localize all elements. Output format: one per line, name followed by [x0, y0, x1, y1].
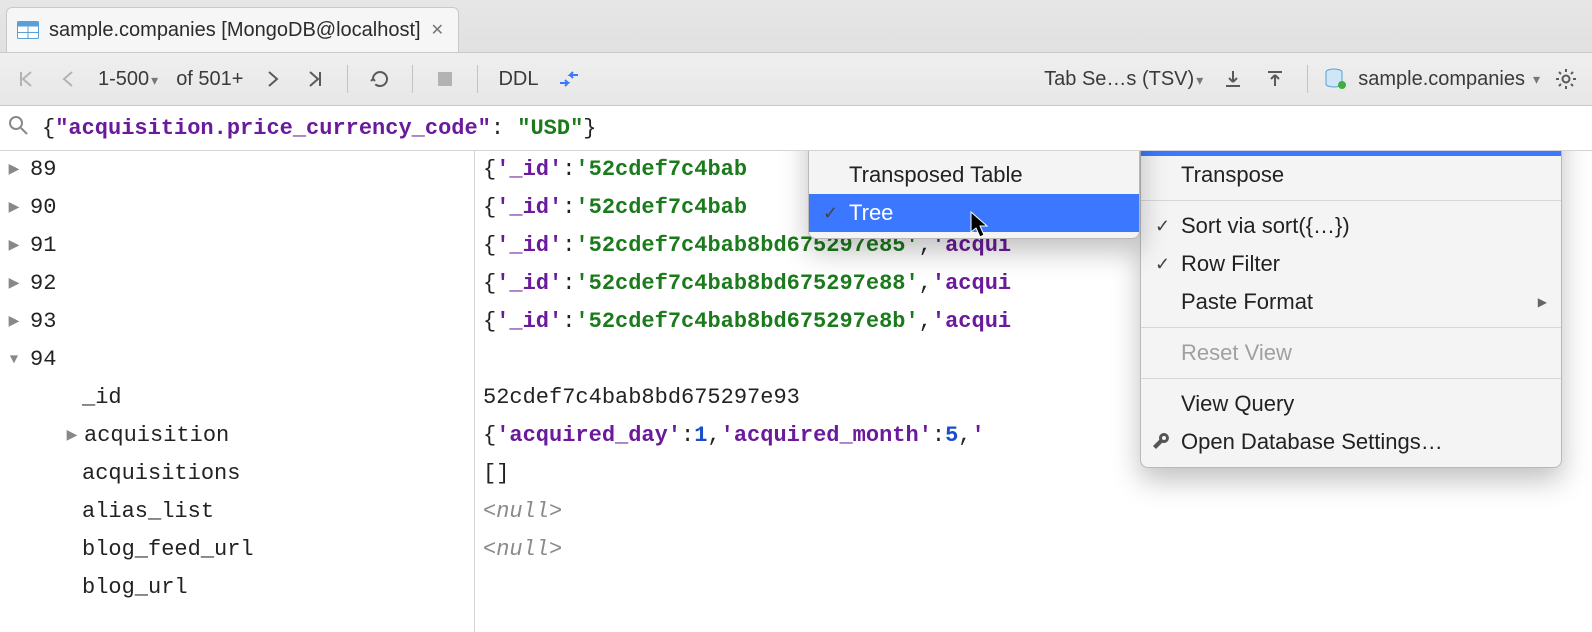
- connection-live-icon: [1338, 81, 1346, 89]
- menu-item-transposed-table[interactable]: Transposed Table: [809, 156, 1139, 194]
- table-row[interactable]: ▶91: [4, 227, 474, 265]
- tab-title: sample.companies [MongoDB@localhost]: [49, 19, 421, 42]
- field-key[interactable]: ▶acquisition: [4, 417, 474, 455]
- menu-separator: [1141, 378, 1561, 379]
- separator: [1307, 65, 1308, 93]
- first-page-button[interactable]: [10, 63, 42, 95]
- collapse-icon[interactable]: ▼: [4, 341, 24, 379]
- compare-button[interactable]: [553, 63, 585, 95]
- mouse-cursor-icon: [970, 211, 992, 239]
- filter-input[interactable]: {"acquisition.price_currency_code": "USD…: [42, 116, 597, 141]
- separator: [347, 65, 348, 93]
- expand-icon[interactable]: ▶: [4, 265, 24, 303]
- next-page-button[interactable]: [257, 63, 289, 95]
- search-icon: [8, 115, 28, 142]
- table-row[interactable]: ▶93: [4, 303, 474, 341]
- page-range-label[interactable]: 1-500▾: [94, 68, 162, 91]
- menu-item-open-db-settings[interactable]: Open Database Settings…: [1141, 423, 1561, 461]
- datasource-selector[interactable]: sample.companies▾: [1324, 68, 1540, 91]
- table-row[interactable]: ▶90: [4, 189, 474, 227]
- expand-icon[interactable]: ▶: [4, 151, 24, 189]
- menu-item-paste-format[interactable]: Paste Format: [1141, 283, 1561, 321]
- table-row[interactable]: ▶89: [4, 151, 474, 189]
- menu-item-row-filter[interactable]: Row Filter: [1141, 245, 1561, 283]
- menu-item-sort[interactable]: Sort via sort({…}): [1141, 207, 1561, 245]
- field-key[interactable]: blog_feed_url: [4, 531, 474, 569]
- menu-item-view-query[interactable]: View Query: [1141, 385, 1561, 423]
- upload-button[interactable]: [1259, 63, 1291, 95]
- reload-button[interactable]: [364, 63, 396, 95]
- table-icon: [17, 21, 39, 39]
- field-key[interactable]: acquisitions: [4, 455, 474, 493]
- prev-page-button[interactable]: [52, 63, 84, 95]
- page-of-label: of 501+: [172, 68, 247, 91]
- editor-tab[interactable]: sample.companies [MongoDB@localhost] ✕: [6, 7, 459, 52]
- settings-gear-icon[interactable]: [1550, 63, 1582, 95]
- field-value[interactable]: [483, 569, 1592, 607]
- expand-icon[interactable]: ▶: [62, 417, 82, 455]
- export-format-selector[interactable]: Tab Se…s (TSV)▾: [1040, 68, 1207, 91]
- separator: [477, 65, 478, 93]
- menu-item-reset-view[interactable]: Reset View: [1141, 334, 1561, 372]
- download-button[interactable]: [1217, 63, 1249, 95]
- expand-icon[interactable]: ▶: [4, 303, 24, 341]
- field-value[interactable]: <null>: [483, 531, 1592, 569]
- separator: [412, 65, 413, 93]
- table-row[interactable]: ▶92: [4, 265, 474, 303]
- menu-item-transpose[interactable]: Transpose: [1141, 156, 1561, 194]
- field-key[interactable]: blog_url: [4, 569, 474, 607]
- wrench-icon: [1151, 431, 1171, 451]
- table-row-expanded[interactable]: ▼94: [4, 341, 474, 379]
- ddl-button[interactable]: DDL: [494, 68, 542, 91]
- last-page-button[interactable]: [299, 63, 331, 95]
- tree-key-column[interactable]: ▶89 ▶90 ▶91 ▶92 ▶93 ▼94 _id ▶acquisition…: [0, 151, 475, 632]
- expand-icon[interactable]: ▶: [4, 189, 24, 227]
- settings-menu: View as Transpose Sort via sort({…}) Row…: [1140, 151, 1562, 468]
- close-icon[interactable]: ✕: [431, 20, 444, 40]
- field-key[interactable]: alias_list: [4, 493, 474, 531]
- stop-button[interactable]: [429, 63, 461, 95]
- field-key[interactable]: _id: [4, 379, 474, 417]
- menu-separator: [1141, 327, 1561, 328]
- menu-separator: [1141, 200, 1561, 201]
- expand-icon[interactable]: ▶: [4, 227, 24, 265]
- field-value[interactable]: <null>: [483, 493, 1592, 531]
